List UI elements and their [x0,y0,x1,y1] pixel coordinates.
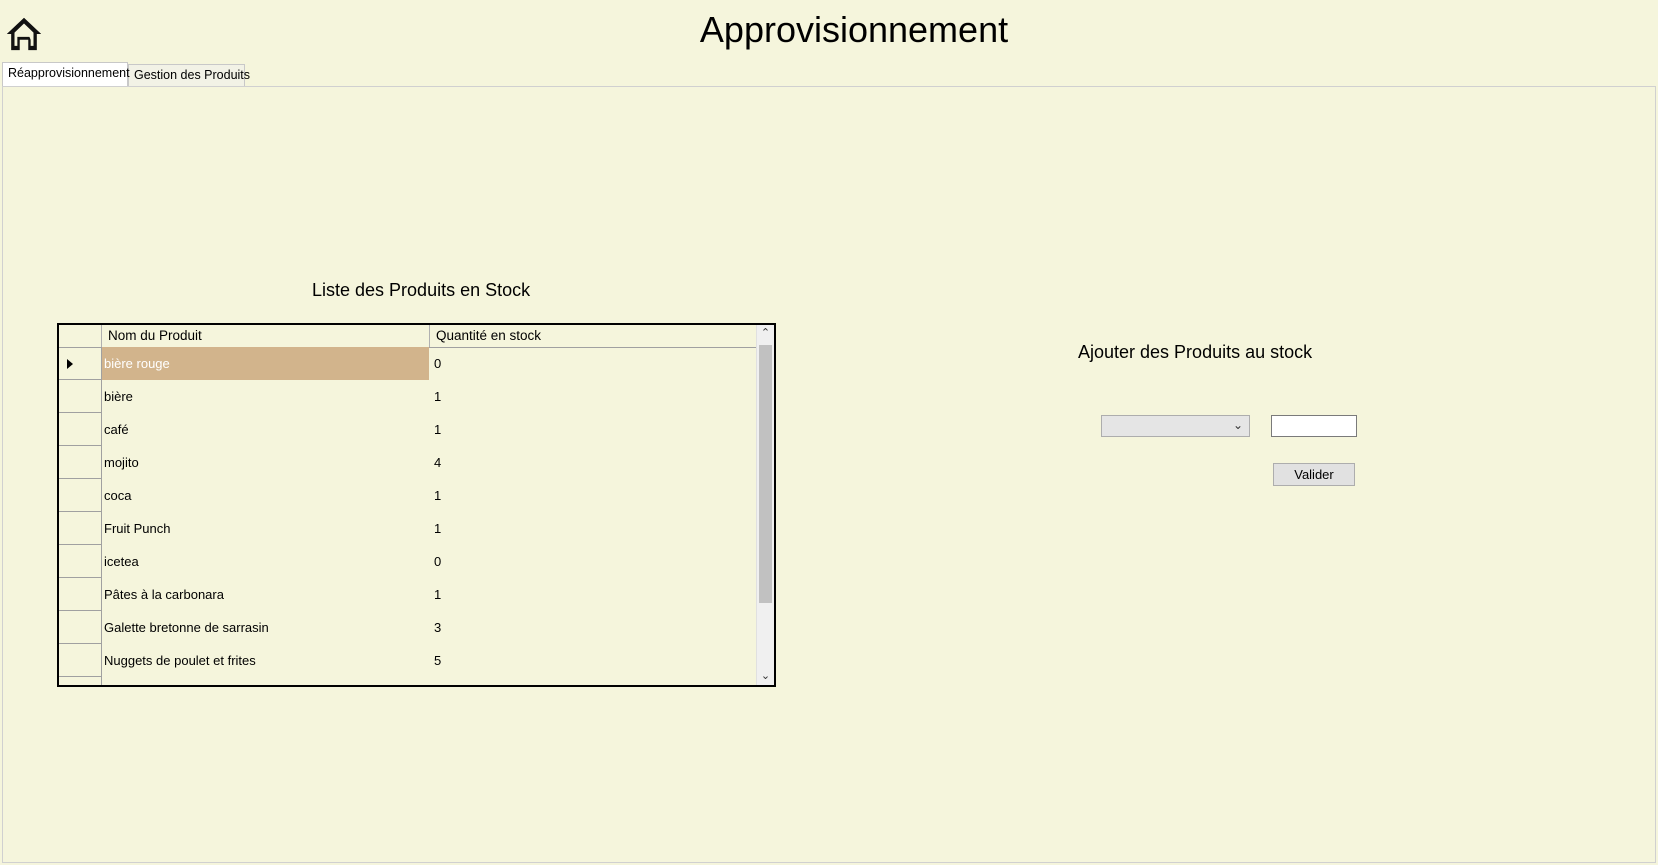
row-header[interactable] [59,347,101,380]
cell-quantity[interactable]: 0 [430,545,758,578]
cell-quantity[interactable]: 1 [430,512,758,545]
cell-product-name[interactable]: icetea [102,545,429,578]
cell-product-name[interactable]: coca [102,479,429,512]
vertical-scrollbar[interactable]: ⌃ ⌄ [756,325,774,685]
cell-product-name[interactable]: mojito [102,446,429,479]
cell-quantity[interactable]: 1 [430,578,758,611]
table-row[interactable]: Pâtes à la carbonara 1 [59,578,758,611]
row-header[interactable] [59,446,101,479]
chevron-down-icon[interactable]: ⌄ [1233,418,1243,432]
grid-header: Nom du Produit Quantité en stock [59,325,758,348]
row-header[interactable] [59,611,101,644]
row-header[interactable] [59,578,101,611]
grid-corner-header[interactable] [59,325,102,347]
cell-product-name[interactable]: bière [102,380,429,413]
column-header-quantity[interactable]: Quantité en stock [430,325,758,347]
cell-quantity[interactable]: 3 [430,611,758,644]
cell-quantity[interactable]: 4 [430,446,758,479]
current-row-arrow-icon [67,359,73,369]
table-row[interactable]: icetea 0 [59,545,758,578]
cell-product-name[interactable]: Nuggets de poulet et frites [102,644,429,677]
page-title: Approvisionnement [699,9,1009,50]
cell-quantity[interactable]: 1 [430,413,758,446]
cell-quantity[interactable]: 1 [430,479,758,512]
tab-gestion-des-produits[interactable]: Gestion des Produits [128,64,250,86]
cell-quantity[interactable]: 5 [430,644,758,677]
cell-quantity[interactable]: 0 [430,347,758,380]
table-row[interactable]: coca 1 [59,479,758,512]
table-row[interactable]: mojito 4 [59,446,758,479]
add-stock-title: Ajouter des Produits au stock [1078,342,1313,362]
table-row[interactable]: bière rouge 0 [59,347,758,380]
row-header[interactable] [59,413,101,446]
quantity-field[interactable] [1271,415,1357,437]
column-header-name[interactable]: Nom du Produit [102,325,430,347]
row-header[interactable] [59,644,101,677]
row-header[interactable] [59,512,101,545]
tab-reapprovisionnement[interactable]: Réapprovisionnement [2,62,130,86]
table-row[interactable]: bière 1 [59,380,758,413]
scroll-down-icon[interactable]: ⌄ [757,668,774,685]
cell-product-name[interactable]: café [102,413,429,446]
table-row[interactable]: café 1 [59,413,758,446]
row-header[interactable] [59,545,101,578]
stock-list-title: Liste des Produits en Stock [312,280,531,300]
valider-button[interactable]: Valider [1273,463,1355,486]
cell-product-name[interactable]: Fruit Punch [102,512,429,545]
table-row[interactable]: Nuggets de poulet et frites 5 [59,644,758,677]
cell-product-name[interactable]: Pâtes à la carbonara [102,578,429,611]
stock-grid[interactable]: Nom du Produit Quantité en stock bière r… [57,323,776,687]
scroll-thumb[interactable] [759,345,772,603]
product-select[interactable]: ⌄ [1101,415,1250,437]
table-row[interactable]: Fruit Punch 1 [59,512,758,545]
cell-quantity[interactable]: 1 [430,380,758,413]
scroll-up-icon[interactable]: ⌃ [757,325,774,342]
cell-product-name[interactable]: bière rouge [102,347,429,380]
row-header[interactable] [59,479,101,512]
row-header[interactable] [59,380,101,413]
cell-product-name[interactable]: Galette bretonne de sarrasin [102,611,429,644]
table-row[interactable]: Galette bretonne de sarrasin 3 [59,611,758,644]
